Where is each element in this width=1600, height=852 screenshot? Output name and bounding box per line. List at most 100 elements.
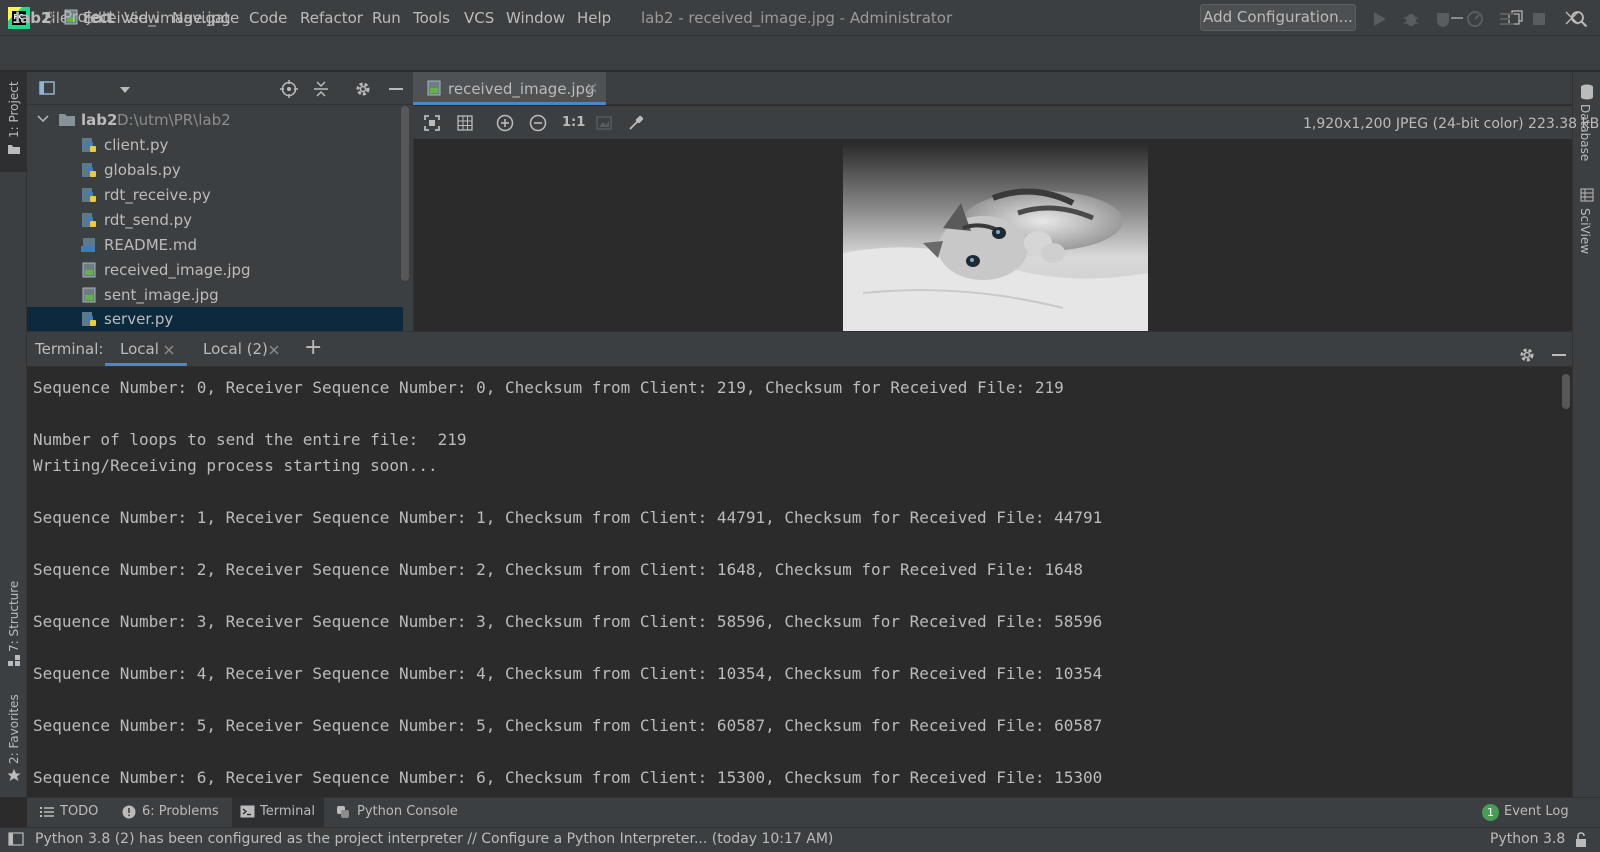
tree-root-path: D:\utm\PR\lab2 xyxy=(117,111,231,129)
terminal-line: Sequence Number: 4, Receiver Sequence Nu… xyxy=(33,664,1103,683)
interpreter-selector[interactable]: Python 3.8 xyxy=(1490,831,1565,847)
close-tab-icon[interactable] xyxy=(164,345,174,355)
zoom-out-icon[interactable] xyxy=(529,114,547,132)
close-tab-icon[interactable] xyxy=(269,345,279,355)
chevron-down-icon[interactable] xyxy=(120,87,130,93)
python-console-icon xyxy=(336,805,350,819)
terminal-tab-local-2[interactable]: Local (2) xyxy=(203,340,268,358)
sciview-icon xyxy=(1580,188,1594,202)
coverage-icon[interactable] xyxy=(1434,10,1452,28)
close-tab-icon[interactable] xyxy=(587,83,597,93)
tree-item-label: README.md xyxy=(104,236,198,254)
list-icon xyxy=(40,806,54,818)
tree-item-label: client.py xyxy=(104,136,169,154)
tree-root-lab2[interactable]: lab2 D:\utm\PR\lab2 xyxy=(27,108,403,133)
chevron-down-icon[interactable] xyxy=(37,115,49,123)
grid-icon[interactable] xyxy=(456,114,474,132)
right-tool-strip xyxy=(1572,72,1600,797)
breadcrumb-separator: 〉 xyxy=(48,9,64,27)
menu-code[interactable]: Code xyxy=(249,9,287,27)
new-terminal-tab-button[interactable]: + xyxy=(304,335,322,360)
zoom-in-icon[interactable] xyxy=(496,114,514,132)
terminal-line: Sequence Number: 6, Receiver Sequence Nu… xyxy=(33,768,1103,787)
todo-tool-button[interactable]: TODO xyxy=(60,804,98,819)
image-file-icon xyxy=(81,287,97,303)
toggle-tool-windows-icon[interactable] xyxy=(8,832,24,846)
terminal-line: Writing/Receiving process starting soon.… xyxy=(33,456,438,475)
concurrency-icon[interactable] xyxy=(1498,10,1516,28)
terminal-line: Number of loops to send the entire file:… xyxy=(33,430,467,449)
run-icon[interactable] xyxy=(1370,10,1388,28)
stop-icon[interactable] xyxy=(1530,10,1548,28)
profile-icon[interactable] xyxy=(1466,10,1484,28)
tree-item-received-image-jpg[interactable]: received_image.jpg xyxy=(27,258,403,283)
gear-icon[interactable] xyxy=(354,80,372,98)
tree-item-server-py[interactable]: server.py xyxy=(27,307,403,332)
tree-item-rdt-receive-py[interactable]: rdt_receive.py xyxy=(27,183,403,208)
locate-file-icon[interactable] xyxy=(280,80,298,98)
tree-item-label: rdt_send.py xyxy=(104,211,193,229)
image-file-icon xyxy=(427,80,441,96)
python-file-icon xyxy=(81,212,97,228)
folder-icon xyxy=(7,143,21,155)
structure-icon xyxy=(7,655,21,667)
tree-item-readme-md[interactable]: README.md xyxy=(27,233,403,258)
gear-icon[interactable] xyxy=(1518,346,1536,364)
lock-icon[interactable] xyxy=(1574,832,1588,848)
menu-window[interactable]: Window xyxy=(506,9,565,27)
collapse-all-icon[interactable] xyxy=(312,80,330,98)
database-tool-label[interactable]: Database xyxy=(1578,104,1592,161)
hide-panel-icon[interactable] xyxy=(387,80,405,98)
tree-item-rdt-send-py[interactable]: rdt_send.py xyxy=(27,208,403,233)
terminal-scrollbar[interactable] xyxy=(1562,374,1570,409)
search-icon[interactable] xyxy=(1570,10,1588,28)
problems-tool-button[interactable]: 6: Problems xyxy=(142,804,219,819)
image-info: 1,920x1,200 JPEG (24-bit color) 223.38 k… xyxy=(1303,116,1600,132)
menu-help[interactable]: Help xyxy=(577,9,611,27)
color-picker-icon[interactable] xyxy=(627,114,645,132)
hide-panel-icon[interactable] xyxy=(1550,346,1568,364)
tree-item-label: rdt_receive.py xyxy=(104,186,211,204)
database-icon xyxy=(1580,84,1594,100)
event-log-count-badge: 1 xyxy=(1482,804,1499,821)
menu-refactor[interactable]: Refactor xyxy=(300,9,363,27)
kitten-image xyxy=(843,143,1148,333)
terminal-line: Sequence Number: 2, Receiver Sequence Nu… xyxy=(33,560,1083,579)
left-tool-strip xyxy=(0,72,27,797)
image-file-icon xyxy=(81,262,97,278)
project-scrollbar[interactable] xyxy=(401,106,409,281)
tree-root-label: lab2 xyxy=(81,111,118,129)
favorites-tool-label[interactable]: 2: Favorites xyxy=(7,694,21,764)
terminal-icon xyxy=(240,805,255,818)
menu-vcs[interactable]: VCS xyxy=(464,9,494,27)
terminal-line: Sequence Number: 1, Receiver Sequence Nu… xyxy=(33,508,1103,527)
terminal-line: Sequence Number: 5, Receiver Sequence Nu… xyxy=(33,716,1103,735)
background-icon[interactable] xyxy=(595,114,613,132)
actual-size-button[interactable]: 1:1 xyxy=(562,115,585,130)
project-tool-label[interactable]: 1: Project xyxy=(7,81,21,138)
breadcrumb-project[interactable]: lab2 xyxy=(15,9,51,27)
project-view-icon xyxy=(39,80,55,96)
editor-tab-label: received_image.jpg xyxy=(448,80,595,98)
fit-to-window-icon[interactable] xyxy=(423,114,441,132)
debug-icon[interactable] xyxy=(1402,10,1420,28)
terminal-line: Sequence Number: 0, Receiver Sequence Nu… xyxy=(33,378,1064,397)
tree-item-sent-image-jpg[interactable]: sent_image.jpg xyxy=(27,283,403,308)
folder-icon xyxy=(58,112,76,127)
problems-icon xyxy=(122,805,136,819)
tree-item-label: server.py xyxy=(104,310,174,328)
sciview-tool-label[interactable]: SciView xyxy=(1578,208,1592,254)
tree-item-client-py[interactable]: client.py xyxy=(27,133,403,158)
status-message[interactable]: Python 3.8 (2) has been configured as th… xyxy=(35,831,833,847)
tree-item-globals-py[interactable]: globals.py xyxy=(27,158,403,183)
python-console-tool-button[interactable]: Python Console xyxy=(357,804,458,819)
terminal-tool-button[interactable]: Terminal xyxy=(260,804,315,819)
python-file-icon xyxy=(81,162,97,178)
menu-tools[interactable]: Tools xyxy=(413,9,450,27)
menu-run[interactable]: Run xyxy=(372,9,401,27)
window-title: lab2 - received_image.jpg - Administrato… xyxy=(641,9,953,27)
structure-tool-label[interactable]: 7: Structure xyxy=(7,581,21,652)
event-log-tool-button[interactable]: Event Log xyxy=(1504,804,1569,819)
project-view-selector[interactable]: Project xyxy=(63,8,114,26)
add-configuration-button[interactable]: Add Configuration... xyxy=(1200,4,1356,31)
